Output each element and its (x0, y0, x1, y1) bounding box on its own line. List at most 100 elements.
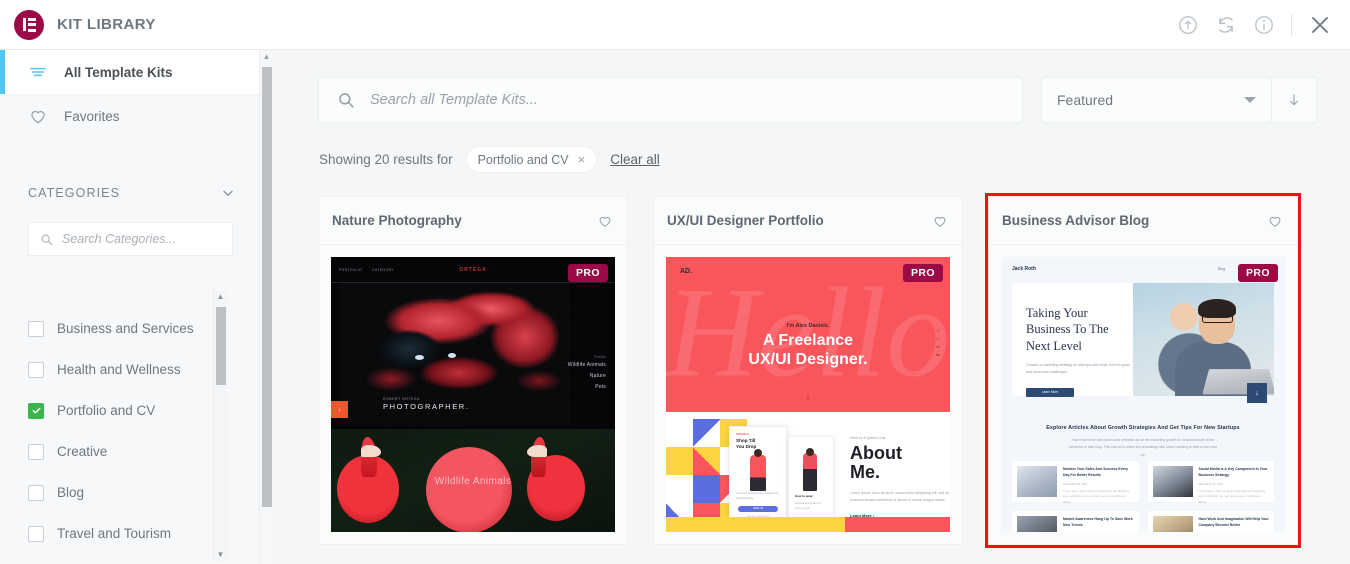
flamingo-body (426, 447, 512, 532)
social-link: f (937, 329, 939, 333)
clear-all-link[interactable]: Clear all (610, 152, 660, 167)
active-filter-chip[interactable]: Portfolio and CV × (466, 147, 597, 172)
search-and-sort-row: Featured (273, 50, 1350, 123)
hero-title-line-1: Taking Your (1026, 306, 1088, 320)
category-row-portfolio-and-cv[interactable]: Portfolio and CV (13, 386, 228, 431)
thumb-headline: A Freelance UX/UI Designer. (748, 332, 867, 369)
chevron-down-icon[interactable] (221, 186, 235, 200)
favorite-heart-icon[interactable] (932, 213, 948, 229)
main-content: Featured Showing 20 results for Portfoli… (273, 50, 1350, 564)
hero-button: Learn More (1026, 387, 1074, 397)
hero-photo (1132, 283, 1274, 396)
scroll-down-arrow-icon[interactable]: ▼ (217, 548, 225, 562)
checkbox-checked[interactable] (28, 402, 44, 419)
post-card: Monitor Your Sales And Success Every Day… (1012, 461, 1139, 504)
thumb-kicker: I'm Alex Daniels. (786, 323, 830, 329)
category-row-business-and-services[interactable]: Business and Services (28, 308, 228, 349)
thumb-hero: Taking Your Business To The Next Level C… (1012, 283, 1274, 397)
sort-dropdown[interactable]: Featured (1041, 77, 1271, 123)
thumb-side-link: Pets (595, 384, 606, 390)
post-title: Social Media Is A Key Component In Your … (1198, 467, 1268, 477)
template-kit-card-uxui-designer-portfolio[interactable]: UX/UI Designer Portfolio PRO Hello AD. I… (653, 196, 963, 545)
upload-circle-icon[interactable] (1177, 14, 1199, 36)
thumb-nav-link: PORTFOLIO (339, 267, 363, 272)
card-header: Nature Photography (319, 197, 627, 245)
sidebar-item-all-template-kits[interactable]: All Template Kits (0, 50, 261, 94)
card-thumbnail[interactable]: PRO Hello AD. I'm Alex Daniels. A Freela… (666, 257, 950, 532)
category-label: Portfolio and CV (57, 403, 156, 418)
category-row-health-and-wellness[interactable]: Health and Wellness (28, 349, 228, 390)
checkbox[interactable] (28, 361, 44, 378)
phone2-body: Editorial style guides for every season. (795, 502, 822, 510)
sync-icon[interactable] (1215, 14, 1237, 36)
category-row-travel-and-tourism[interactable]: Travel and Tourism (28, 513, 228, 554)
card-thumbnail[interactable]: PRO Jack Roth Blog About Contact (1001, 257, 1285, 532)
template-kit-card-nature-photography[interactable]: Nature Photography PRO PORTFOLIO CATEGOR… (318, 196, 628, 545)
card-title: Business Advisor Blog (1002, 213, 1150, 228)
template-kit-card-business-advisor-blog[interactable]: Business Advisor Blog PRO Jack Roth Blog… (985, 193, 1301, 548)
chevron-down-icon (1244, 97, 1256, 103)
thumb-kicker: Portfolio (594, 355, 606, 359)
category-search-input[interactable] (62, 232, 221, 246)
category-checkbox-list: Business and Services Health and Wellnes… (0, 292, 228, 560)
checkbox[interactable] (28, 443, 44, 460)
category-row-creative[interactable]: Creative (28, 431, 228, 472)
about-body: Lorem ipsum dolor sit amet, consectetur … (850, 490, 950, 503)
flamingo-section: Wildlife Animals (331, 429, 615, 532)
thumb-logo: ORTEGA (459, 266, 487, 273)
sidebar-item-favorites[interactable]: Favorites (0, 94, 261, 138)
about-title-line-1: About (850, 443, 902, 463)
info-circle-icon[interactable] (1253, 14, 1275, 36)
check-icon (32, 407, 40, 414)
thumb-side-link: Wildlife Animals (567, 362, 606, 368)
favorite-heart-icon[interactable] (597, 213, 613, 229)
sort-value: Featured (1057, 92, 1114, 108)
post-grid: Monitor Your Sales And Success Every Day… (1012, 461, 1274, 532)
pro-badge: PRO (568, 264, 608, 282)
checkbox[interactable] (28, 320, 44, 337)
search-input[interactable] (370, 92, 1004, 108)
category-row-blog[interactable]: Blog (28, 472, 228, 513)
template-kit-grid: Nature Photography PRO PORTFOLIO CATEGOR… (273, 172, 1350, 548)
scroll-up-arrow-icon[interactable]: ▲ (217, 290, 225, 304)
about-section: Here Is A Quick Look About Me. Lorem ips… (850, 436, 950, 518)
sort-direction-button[interactable] (1271, 77, 1317, 123)
card-thumbnail[interactable]: PRO PORTFOLIO CATEGORY ORTEGA Portfolio … (331, 257, 615, 532)
sidebar-item-label: All Template Kits (64, 64, 173, 80)
chip-remove-icon[interactable]: × (578, 153, 586, 166)
close-icon[interactable] (1308, 13, 1332, 37)
thumb-scroll-arrow-icon: ↓ (805, 391, 811, 401)
categories-label: CATEGORIES (28, 186, 121, 200)
checkbox[interactable] (28, 484, 44, 501)
divider (1291, 13, 1292, 36)
scrollbar-track[interactable] (260, 64, 273, 564)
social-link: be (936, 353, 940, 357)
thumbnail-art-nature-photography: PORTFOLIO CATEGORY ORTEGA Portfolio Wild… (331, 257, 615, 532)
pro-badge: PRO (903, 264, 943, 282)
sort-controls: Featured (1041, 77, 1317, 123)
thumb-scroll-button: ↓ (1247, 383, 1267, 403)
checkbox[interactable] (28, 525, 44, 542)
page-title: KIT LIBRARY (57, 16, 156, 33)
chip-label: Portfolio and CV (477, 152, 569, 167)
post-thumbnail (1152, 516, 1193, 532)
scrollbar-thumb[interactable] (216, 307, 226, 385)
favorite-heart-icon[interactable] (1267, 213, 1283, 229)
thumb-role: PHOTOGRAPHER. (383, 402, 470, 411)
illustration-figure (803, 453, 817, 491)
illustration-figure (750, 455, 766, 491)
hero-title-line-2: Business To The (1026, 322, 1109, 337)
flamingo-beak (527, 445, 547, 457)
category-search-box[interactable] (28, 222, 233, 256)
top-bar: KIT LIBRARY (0, 0, 1350, 50)
category-list-scrollbar[interactable]: ▲ ▼ (213, 290, 227, 562)
card-header: Business Advisor Blog (989, 197, 1297, 245)
sidebar-scrollbar[interactable]: ▲ (259, 50, 273, 564)
sidebar-item-label: Favorites (64, 108, 120, 124)
hero-body: Creates a marketing strategy for startup… (1026, 362, 1130, 375)
scrollbar-track[interactable] (214, 304, 227, 548)
search-box[interactable] (318, 77, 1023, 123)
categories-section-header[interactable]: CATEGORIES (0, 180, 261, 206)
scroll-up-arrow-icon[interactable]: ▲ (263, 50, 271, 64)
scrollbar-thumb[interactable] (262, 67, 272, 507)
